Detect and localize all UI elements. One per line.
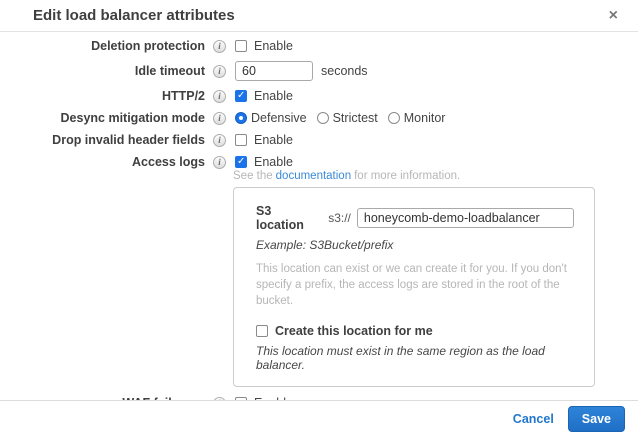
http2-checkbox[interactable] — [235, 90, 247, 102]
access-logs-checkbox[interactable] — [235, 156, 247, 168]
http2-label: HTTP/2 — [0, 89, 205, 103]
row-desync-mitigation: Desync mitigation mode i Defensive Stric… — [0, 111, 638, 125]
enable-label: Enable — [254, 133, 293, 147]
info-icon[interactable]: i — [213, 134, 226, 147]
drop-invalid-checkbox[interactable] — [235, 134, 247, 146]
s3-example-text: Example: S3Bucket/prefix — [256, 238, 574, 252]
idle-timeout-label: Idle timeout — [0, 64, 205, 78]
help-suffix: for more information. — [354, 170, 460, 182]
info-icon[interactable]: i — [213, 156, 226, 169]
modal-footer: Cancel Save — [0, 400, 638, 437]
info-icon[interactable]: i — [213, 65, 226, 78]
enable-label: Enable — [254, 39, 293, 53]
deletion-protection-label: Deletion protection — [0, 39, 205, 53]
s3-location-panel: S3 location s3:// Example: S3Bucket/pref… — [233, 187, 595, 387]
modal-header: Edit load balancer attributes × — [0, 0, 638, 32]
row-access-logs: Access logs i Enable — [0, 155, 638, 169]
edit-lb-attributes-modal: Edit load balancer attributes × Deletion… — [0, 0, 638, 437]
row-drop-invalid-header-fields: Drop invalid header fields i Enable — [0, 133, 638, 147]
enable-label: Enable — [254, 89, 293, 103]
drop-invalid-label: Drop invalid header fields — [0, 133, 205, 147]
deletion-protection-checkbox[interactable] — [235, 40, 247, 52]
s3-scheme-prefix: s3:// — [328, 211, 351, 225]
row-idle-timeout: Idle timeout i seconds — [0, 61, 638, 81]
cancel-button[interactable]: Cancel — [513, 412, 554, 426]
desync-radio-strictest-label: Strictest — [333, 111, 378, 125]
access-logs-label: Access logs — [0, 155, 205, 169]
desync-label: Desync mitigation mode — [0, 111, 205, 125]
waf-fail-open-checkbox[interactable] — [235, 397, 247, 400]
row-deletion-protection: Deletion protection i Enable — [0, 39, 638, 53]
documentation-link[interactable]: documentation — [276, 170, 351, 182]
create-location-checkbox[interactable] — [256, 325, 268, 337]
create-location-label: Create this location for me — [275, 324, 433, 338]
save-button[interactable]: Save — [568, 406, 625, 432]
info-icon[interactable]: i — [213, 90, 226, 103]
modal-body: Deletion protection i Enable Idle timeou… — [0, 32, 638, 400]
s3-location-label: S3 location — [256, 204, 320, 232]
close-icon[interactable]: × — [609, 8, 618, 24]
s3-location-input[interactable] — [357, 208, 574, 228]
desync-radio-monitor-label: Monitor — [404, 111, 446, 125]
s3-region-note: This location must exist in the same reg… — [256, 344, 574, 372]
modal-title: Edit load balancer attributes — [33, 7, 609, 24]
idle-timeout-input[interactable] — [235, 61, 313, 81]
desync-radio-defensive[interactable] — [235, 112, 247, 124]
info-icon[interactable]: i — [213, 112, 226, 125]
access-logs-help: See thedocumentationfor more information… — [233, 170, 638, 182]
enable-label: Enable — [254, 155, 293, 169]
desync-radio-defensive-label: Defensive — [251, 111, 307, 125]
help-prefix: See the — [233, 170, 273, 182]
desync-radio-monitor[interactable] — [388, 112, 400, 124]
row-http2: HTTP/2 i Enable — [0, 89, 638, 103]
desync-radio-strictest[interactable] — [317, 112, 329, 124]
idle-timeout-unit: seconds — [321, 64, 368, 78]
info-icon[interactable]: i — [213, 40, 226, 53]
s3-note-text: This location can exist or we can create… — [256, 261, 578, 309]
